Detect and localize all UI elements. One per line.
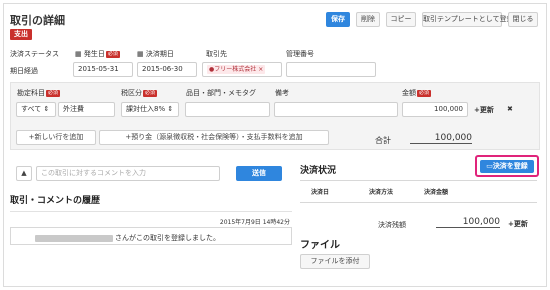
status-label: 決済ステータス [10, 50, 59, 58]
user-icon: ▲ [16, 166, 32, 181]
type-badge: 支出 [10, 29, 32, 40]
update-remaining-button[interactable]: +更新 [508, 219, 528, 229]
file-title: ファイル [300, 240, 340, 251]
partner-label: 取引先 [206, 50, 227, 58]
ref-number-field[interactable] [286, 62, 376, 77]
tax-select[interactable]: 課対仕入8% ⇕ [121, 102, 179, 117]
divider [10, 211, 292, 212]
calendar-icon: ▦ [137, 50, 144, 58]
item-field[interactable] [185, 102, 270, 117]
payment-status-title: 決済状況 [300, 166, 337, 176]
due-date-label: ▦ 決済期日 [137, 50, 174, 58]
tax-header: 税区分 必須 [121, 89, 158, 97]
column-payment-date: 決済日 [311, 189, 330, 196]
note-field[interactable] [274, 102, 398, 117]
column-payment-method: 決済方法 [369, 189, 394, 196]
total-value: 100,000 [410, 133, 472, 144]
account-header: 勘定科目 必須 [17, 89, 61, 97]
card-icon: ▭ [486, 162, 493, 170]
redacted-username [35, 234, 113, 242]
required-badge: 必須 [105, 50, 120, 58]
select-arrows-icon: ⇕ [167, 105, 174, 113]
copy-button[interactable]: コピー [386, 12, 416, 27]
add-row-button[interactable]: +新しい行を追加 [16, 130, 96, 145]
remaining-label: 決済残額 [378, 221, 406, 229]
history-timestamp: 2015年7月9日 14時42分 [219, 219, 290, 226]
payment-table-header [300, 180, 537, 203]
close-button[interactable]: 閉じる [508, 12, 538, 27]
status-value: 期日経過 [10, 67, 38, 75]
remove-tag-icon[interactable]: × [258, 66, 263, 73]
total-label: 合計 [375, 136, 391, 145]
save-as-template-button[interactable]: 取引テンプレートとして登録 [422, 12, 514, 27]
partner-field[interactable]: ●フリー株式会社 × [202, 62, 282, 77]
issue-date-label: ▦ 発生日 必須 [75, 50, 120, 58]
note-header: 備考 [275, 89, 289, 97]
select-arrows-icon: ⇕ [43, 105, 50, 113]
delete-line-icon[interactable]: ✖ [507, 105, 513, 113]
register-payment-button[interactable]: ▭決済を登録 [480, 160, 534, 173]
history-title: 取引・コメントの履歴 [10, 196, 101, 206]
page-title: 取引の詳細 [10, 14, 65, 27]
partner-tag: ●フリー株式会社 × [207, 65, 266, 74]
comment-input[interactable]: この取引に対するコメントを入力 [36, 166, 220, 181]
column-payment-amount: 決済金額 [424, 189, 449, 196]
due-date-field[interactable]: 2015-06-30 [137, 62, 197, 77]
remaining-value: 100,000 [436, 217, 500, 228]
send-comment-button[interactable]: 送信 [236, 166, 282, 181]
attach-file-button[interactable]: ファイルを添付 [300, 254, 370, 269]
add-deposit-button[interactable]: +預り金（源泉徴収税・社会保険等）・支払手数料を追加 [99, 130, 329, 145]
required-badge: 必須 [417, 89, 432, 97]
amount-field[interactable]: 100,000 [402, 102, 468, 117]
account-field[interactable]: 外注費 [58, 102, 115, 117]
delete-button[interactable]: 削除 [356, 12, 380, 27]
account-filter-select[interactable]: すべて ⇕ [16, 102, 56, 117]
required-badge: 必須 [143, 89, 158, 97]
history-text: さんがこの取引を登録しました。 [35, 233, 220, 243]
amount-header: 金額 必須 [402, 89, 432, 97]
calendar-icon: ▦ [75, 50, 82, 58]
save-button[interactable]: 保存 [326, 12, 350, 27]
required-badge: 必須 [46, 89, 61, 97]
update-line-button[interactable]: +更新 [474, 105, 494, 115]
ref-number-label: 管理番号 [286, 50, 314, 58]
issue-date-field[interactable]: 2015-05-31 [73, 62, 133, 77]
item-header: 品目・部門・メモタグ [186, 89, 256, 97]
